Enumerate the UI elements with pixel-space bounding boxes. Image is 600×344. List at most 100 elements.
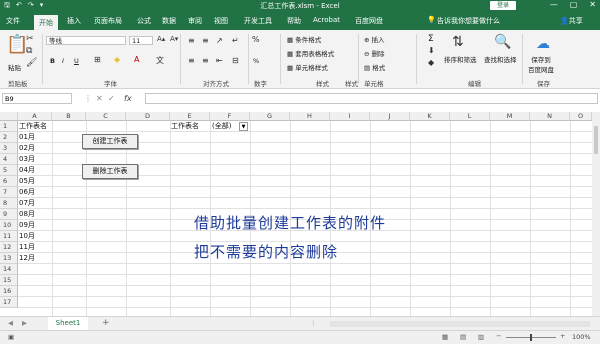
column-header[interactable]: D	[126, 112, 170, 121]
bold-button[interactable]: B	[50, 57, 55, 65]
create-sheets-button[interactable]: 创建工作表	[82, 134, 138, 149]
row-header[interactable]: 3	[0, 143, 18, 154]
minimize-button[interactable]: —	[550, 0, 558, 9]
row-header[interactable]: 4	[0, 154, 18, 165]
wrap-text-icon[interactable]: ↵	[232, 36, 239, 45]
format-painter-icon[interactable]: 🖌	[26, 58, 37, 68]
horizontal-scrollbar[interactable]	[330, 321, 590, 327]
insert-cells-button[interactable]: ⊕ 插入	[364, 34, 385, 44]
tab-view[interactable]: 视图	[214, 16, 228, 26]
align-left-icon[interactable]: ≡	[188, 56, 195, 65]
prev-sheet-icon[interactable]: ◀	[8, 319, 13, 327]
row-header[interactable]: 6	[0, 176, 18, 187]
cell-month[interactable]: 11月	[19, 242, 35, 253]
cell-month[interactable]: 06月	[19, 187, 35, 198]
autosum-button[interactable]: Σ	[428, 34, 434, 44]
orientation-icon[interactable]: ↗	[216, 36, 223, 45]
sort-filter-button[interactable]: 排序和筛选	[444, 54, 477, 64]
select-all-corner[interactable]	[0, 112, 18, 121]
add-sheet-button[interactable]: +	[102, 318, 110, 328]
page-break-view-icon[interactable]: ▥	[478, 333, 484, 341]
cell-month[interactable]: 02月	[19, 143, 35, 154]
column-header[interactable]: K	[410, 112, 450, 121]
more-sheets-icon[interactable]: ⋮	[310, 319, 317, 327]
column-header[interactable]: O	[570, 112, 592, 121]
close-button[interactable]: ✕	[589, 0, 596, 9]
tab-home[interactable]: 开始	[34, 15, 58, 30]
tab-acrobat[interactable]: Acrobat	[313, 16, 340, 24]
indent-icon[interactable]: ⇤	[216, 56, 223, 65]
font-name-select[interactable]: 等线	[46, 36, 126, 45]
phonetic-icon[interactable]: 文	[156, 55, 164, 66]
tab-formulas[interactable]: 公式	[137, 16, 151, 26]
column-header[interactable]: B	[52, 112, 86, 121]
delete-cells-button[interactable]: ⊖ 删除	[364, 48, 385, 58]
percent-button[interactable]: %	[253, 57, 259, 65]
cell-month[interactable]: 07月	[19, 198, 35, 209]
cell-month[interactable]: 03月	[19, 154, 35, 165]
copy-icon[interactable]: ⧉	[26, 46, 32, 56]
tab-file[interactable]: 文件	[6, 16, 20, 26]
fill-icon[interactable]: ⬇	[428, 46, 435, 55]
cell-month[interactable]: 12月	[19, 253, 35, 264]
row-header[interactable]: 1	[0, 121, 18, 132]
format-as-table-button[interactable]: ▦ 套用表格格式	[287, 48, 334, 58]
page-layout-view-icon[interactable]: ▤	[460, 333, 466, 341]
cell-month[interactable]: 08月	[19, 209, 35, 220]
tab-review[interactable]: 审阅	[188, 16, 202, 26]
tab-data[interactable]: 数据	[162, 16, 176, 26]
align-top-icon[interactable]: ≡	[188, 36, 195, 45]
row-header[interactable]: 16	[0, 286, 18, 297]
zoom-slider-thumb[interactable]	[530, 334, 532, 341]
column-header[interactable]: G	[250, 112, 290, 121]
number-format-icon[interactable]: %	[252, 35, 260, 44]
pivot-filter-label[interactable]: 工作表名	[171, 121, 199, 132]
cell-month[interactable]: 09月	[19, 220, 35, 231]
merge-icon[interactable]: ⊟	[232, 56, 239, 65]
column-header[interactable]: I	[330, 112, 370, 121]
zoom-out-icon[interactable]: −	[496, 332, 501, 340]
zoom-level[interactable]: 100%	[572, 333, 591, 341]
italic-button[interactable]: I	[62, 57, 64, 65]
formula-input[interactable]	[145, 93, 598, 104]
tab-baidu[interactable]: 百度网盘	[355, 16, 383, 26]
row-header[interactable]: 14	[0, 264, 18, 275]
row-header[interactable]: 12	[0, 242, 18, 253]
cut-icon[interactable]: ✂	[26, 34, 34, 44]
insert-function-button[interactable]: fx	[124, 94, 132, 103]
column-header[interactable]: A	[18, 112, 52, 121]
paste-label[interactable]: 粘贴	[8, 62, 21, 72]
tab-developer[interactable]: 开发工具	[244, 16, 272, 26]
column-header[interactable]: J	[370, 112, 410, 121]
border-icon[interactable]: ⊞	[94, 55, 101, 64]
login-button[interactable]: 登录	[490, 1, 516, 10]
cancel-icon[interactable]: ✕	[96, 94, 103, 103]
row-header[interactable]: 9	[0, 209, 18, 220]
find-select-button[interactable]: 查找和选择	[484, 54, 517, 64]
column-header[interactable]: H	[290, 112, 330, 121]
filter-dropdown-icon[interactable]: ▼	[239, 122, 248, 131]
align-middle-icon[interactable]: ≡	[202, 36, 209, 45]
tab-page-layout[interactable]: 页面布局	[94, 16, 122, 26]
row-header[interactable]: 7	[0, 187, 18, 198]
tab-insert[interactable]: 插入	[67, 16, 81, 26]
row-header[interactable]: 8	[0, 198, 18, 209]
row-header[interactable]: 2	[0, 132, 18, 143]
grow-font-icon[interactable]: A▴	[157, 35, 165, 43]
macro-record-icon[interactable]: ▣	[8, 333, 14, 341]
scroll-thumb[interactable]	[594, 126, 598, 154]
save-to-baidu-button[interactable]: 保存到 百度网盘	[528, 54, 554, 74]
sort-filter-icon[interactable]: ⇅	[452, 34, 464, 50]
cell-a1[interactable]: 工作表名	[19, 121, 47, 132]
enter-icon[interactable]: ✓	[108, 94, 115, 103]
font-color-icon[interactable]: A	[134, 55, 139, 64]
cell-month[interactable]: 04月	[19, 165, 35, 176]
tell-me-search[interactable]: 告诉我你想要做什么	[437, 16, 500, 26]
row-header[interactable]: 10	[0, 220, 18, 231]
clear-icon[interactable]: ◆	[428, 58, 434, 67]
font-size-select[interactable]: 11	[129, 36, 153, 45]
row-header[interactable]: 15	[0, 275, 18, 286]
cell-styles-button[interactable]: ▦ 单元格样式	[287, 62, 328, 72]
next-sheet-icon[interactable]: ▶	[22, 319, 27, 327]
column-header[interactable]: N	[530, 112, 570, 121]
